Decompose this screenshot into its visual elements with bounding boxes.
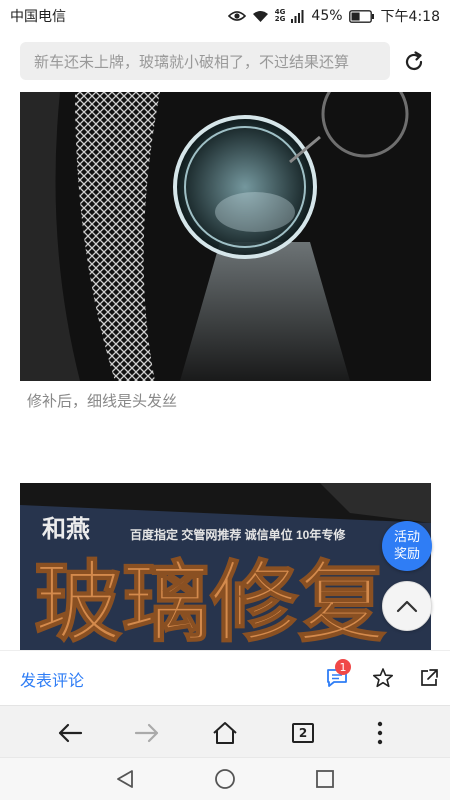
signal-icon	[291, 9, 305, 23]
battery-percent: 45%	[311, 8, 343, 24]
share-button[interactable]	[416, 665, 442, 691]
address-bar[interactable]: 新车还未上牌，玻璃就小破相了，不过结果还算	[20, 42, 390, 80]
system-nav-bar	[0, 757, 450, 800]
reload-icon	[405, 51, 423, 71]
status-icons: 4G 2G 45% 下午4:18	[227, 6, 440, 26]
battery-icon	[348, 9, 375, 23]
wifi-icon	[252, 10, 269, 23]
comment-count-badge: 1	[335, 659, 351, 675]
scroll-to-top-button[interactable]	[382, 581, 432, 631]
triangle-back-icon	[117, 770, 133, 788]
home-icon	[213, 722, 237, 744]
chevron-up-icon	[396, 600, 418, 613]
system-back-button[interactable]	[113, 767, 137, 791]
system-recents-button[interactable]	[313, 767, 337, 791]
tab-count: 2	[292, 723, 314, 743]
write-comment-link[interactable]: 发表评论	[20, 667, 84, 691]
tabs-button[interactable]: 2	[288, 718, 318, 748]
circle-home-icon	[215, 769, 235, 789]
reload-button[interactable]	[398, 46, 430, 78]
star-icon	[373, 668, 393, 688]
sign-subtitle: 百度指定 交管网推荐 诚信单位 10年专修	[130, 527, 346, 542]
clock: 下午4:18	[380, 9, 440, 25]
browser-toolbar: 2	[0, 705, 450, 757]
system-home-button[interactable]	[213, 767, 237, 791]
favorite-button[interactable]	[370, 665, 396, 691]
glass-repair-photo	[20, 92, 431, 381]
back-button[interactable]	[55, 718, 85, 748]
shop-sign-photo: 和燕 百度指定 交管网推荐 诚信单位 10年专修 玻璃修复	[20, 483, 431, 650]
network-type: 4G 2G	[274, 8, 286, 23]
menu-button[interactable]	[365, 718, 395, 748]
home-button[interactable]	[210, 718, 240, 748]
photo-caption: 修补后，细线是头发丝	[27, 392, 178, 410]
address-row: 新车还未上牌，玻璃就小破相了，不过结果还算	[0, 32, 450, 90]
comment-bar: 发表评论 1	[0, 650, 450, 705]
article-content: 修补后，细线是头发丝 和燕 百度指定 交管网推荐 诚信单位 10年专修 玻璃修复	[0, 90, 450, 650]
square-recents-icon	[316, 770, 334, 788]
promo-reward-button[interactable]: 活动 奖励	[382, 521, 432, 571]
sign-title: 和燕	[42, 516, 90, 543]
share-icon	[421, 669, 438, 686]
arrow-left-icon	[58, 723, 83, 743]
arrow-right-icon	[134, 723, 159, 743]
status-bar: 中国电信 4G 2G 45% 下午4:18	[0, 0, 450, 32]
sign-headline: 玻璃修复	[34, 556, 386, 650]
forward-button[interactable]	[132, 718, 162, 748]
eye-icon	[227, 10, 246, 22]
carrier-label: 中国电信	[10, 9, 66, 25]
more-vertical-icon	[377, 721, 383, 745]
